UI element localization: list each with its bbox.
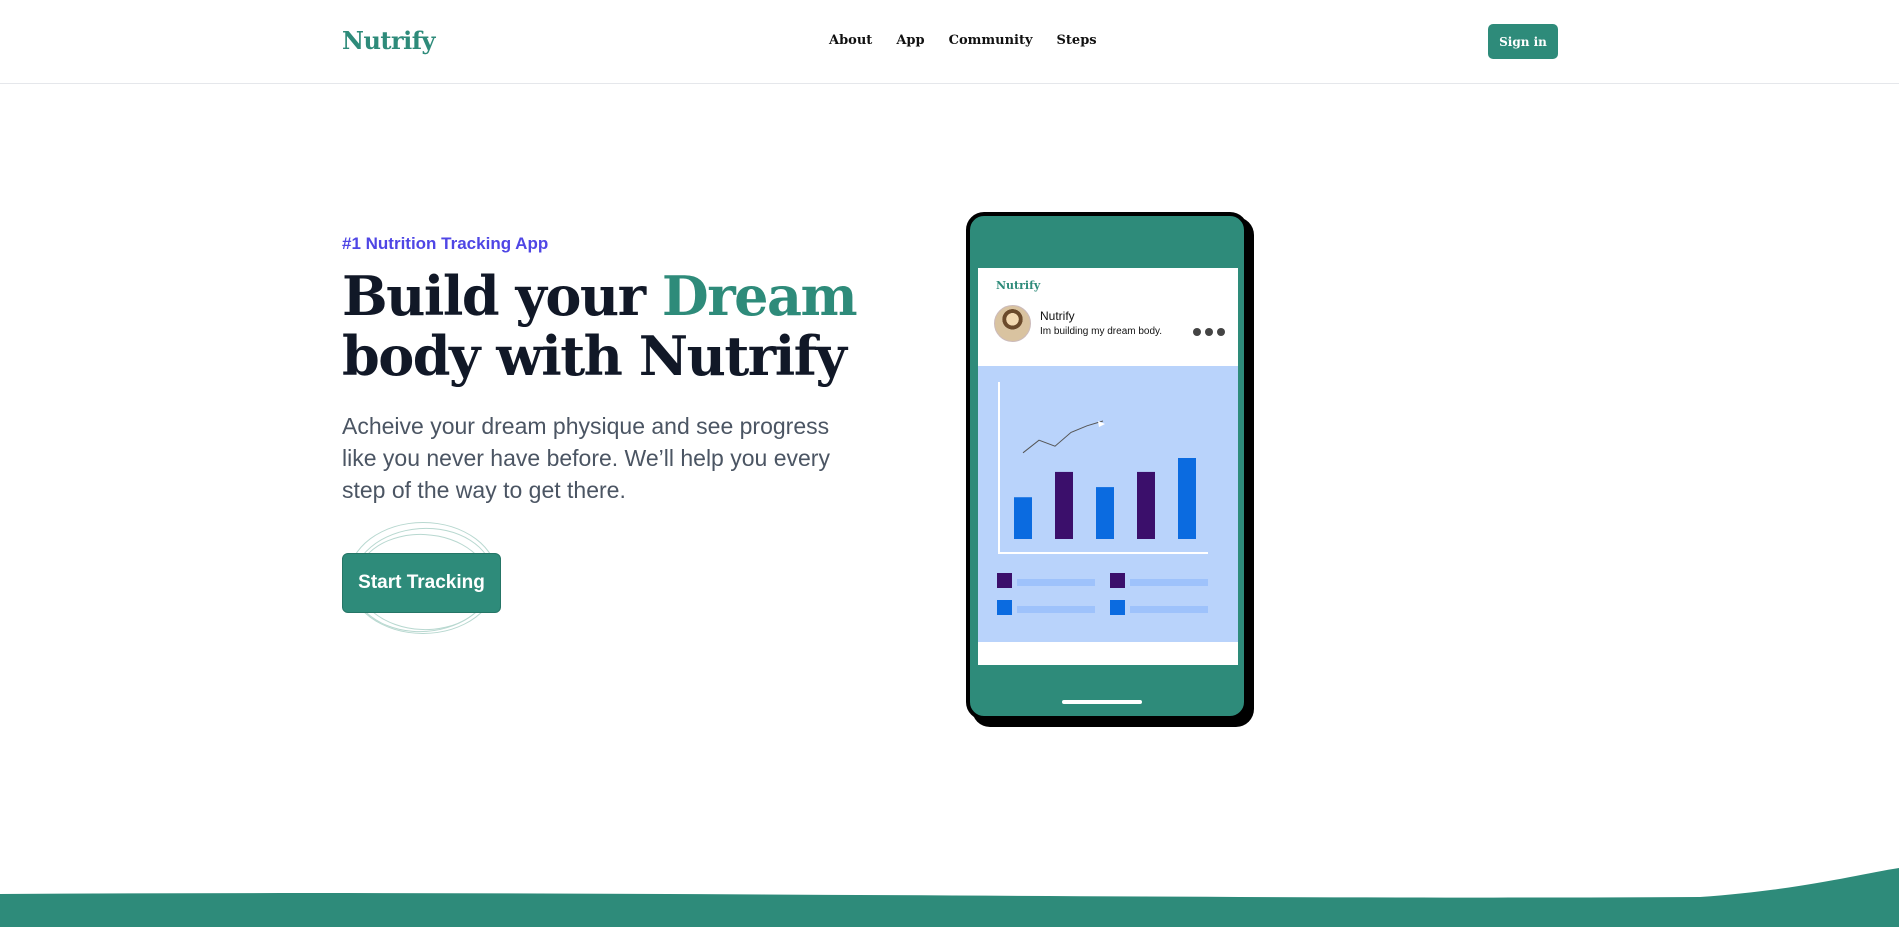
headline-part-2: body with Nutrify (342, 324, 847, 388)
nav-link-steps[interactable]: Steps (1057, 33, 1097, 48)
legend-swatch (997, 573, 1012, 588)
legend-line (1130, 606, 1208, 613)
more-options-icon[interactable] (1193, 328, 1225, 336)
sign-in-button[interactable]: Sign in (1488, 24, 1558, 59)
phone-app-logo: Nutrify (996, 279, 1041, 292)
legend-line (1017, 579, 1095, 586)
start-tracking-button[interactable]: Start Tracking (342, 553, 501, 613)
post-text: Im building my dream body. (1040, 326, 1163, 337)
top-navbar: Nutrify About App Community Steps Sign i… (0, 0, 1899, 84)
phone-home-indicator (1062, 700, 1142, 704)
legend-swatch (1110, 573, 1125, 588)
legend-line (1130, 579, 1208, 586)
legend-line (1017, 606, 1095, 613)
progress-chart (997, 382, 1208, 615)
chart-bar (1178, 458, 1196, 539)
headline-part-1: Build your (342, 264, 662, 328)
hero-subtext: Acheive your dream physique and see prog… (342, 413, 830, 503)
headline-accent: Dream (661, 264, 858, 328)
nav-links: About App Community Steps (829, 33, 1097, 48)
cta-wrapper: Start Tracking (342, 522, 502, 637)
nav-link-app[interactable]: App (896, 33, 924, 48)
avatar (994, 305, 1031, 342)
trend-line (1022, 420, 1104, 454)
hero-eyebrow: #1 Nutrition Tracking App (342, 234, 549, 253)
chart-bar (1137, 471, 1155, 539)
legend-swatch (1110, 600, 1125, 615)
chart-bar (1055, 471, 1073, 539)
bottom-wave-decor (0, 868, 1899, 927)
post-author-name: Nutrify (1040, 309, 1075, 323)
chart-bar (1096, 487, 1114, 539)
brand-logo[interactable]: Nutrify (342, 26, 436, 55)
nav-link-community[interactable]: Community (949, 33, 1033, 48)
hero-headline: Build your Dream body with Nutrify (342, 266, 902, 386)
progress-chart-panel (978, 366, 1238, 642)
legend-swatch (997, 600, 1012, 615)
nav-link-about[interactable]: About (829, 33, 872, 48)
chart-bar (1014, 497, 1032, 539)
